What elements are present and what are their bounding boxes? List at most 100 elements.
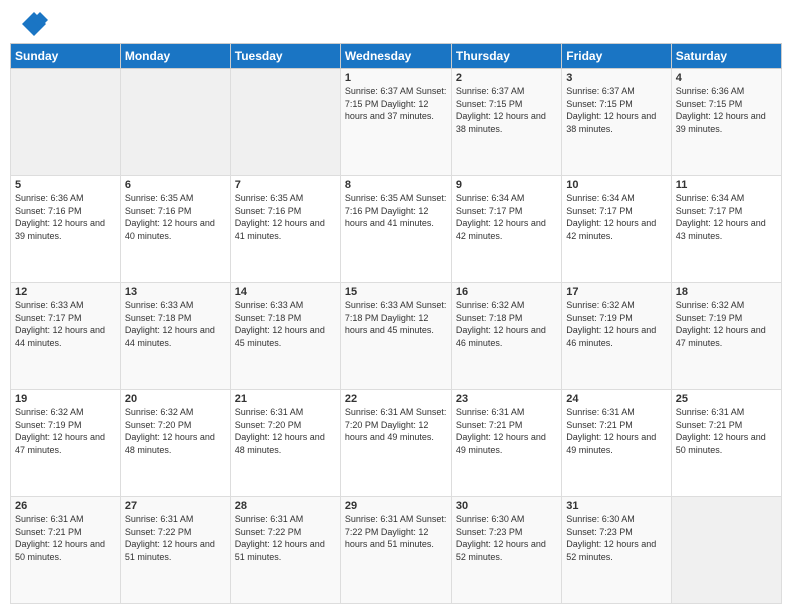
logo: [20, 10, 52, 38]
calendar-cell: [11, 69, 121, 176]
calendar-cell: 22Sunrise: 6:31 AM Sunset: 7:20 PM Dayli…: [340, 390, 451, 497]
day-info: Sunrise: 6:37 AM Sunset: 7:15 PM Dayligh…: [345, 85, 447, 123]
calendar-week-row: 12Sunrise: 6:33 AM Sunset: 7:17 PM Dayli…: [11, 283, 782, 390]
day-info: Sunrise: 6:31 AM Sunset: 7:22 PM Dayligh…: [235, 513, 336, 563]
calendar-week-row: 26Sunrise: 6:31 AM Sunset: 7:21 PM Dayli…: [11, 497, 782, 604]
calendar-cell: [120, 69, 230, 176]
day-number: 12: [15, 286, 116, 298]
calendar-cell: 28Sunrise: 6:31 AM Sunset: 7:22 PM Dayli…: [230, 497, 340, 604]
calendar-week-row: 19Sunrise: 6:32 AM Sunset: 7:19 PM Dayli…: [11, 390, 782, 497]
day-of-week-header: Thursday: [451, 44, 561, 69]
day-info: Sunrise: 6:37 AM Sunset: 7:15 PM Dayligh…: [456, 85, 557, 135]
day-info: Sunrise: 6:35 AM Sunset: 7:16 PM Dayligh…: [345, 192, 447, 230]
calendar-cell: 9Sunrise: 6:34 AM Sunset: 7:17 PM Daylig…: [451, 176, 561, 283]
day-info: Sunrise: 6:36 AM Sunset: 7:15 PM Dayligh…: [676, 85, 777, 135]
day-number: 1: [345, 72, 447, 84]
day-info: Sunrise: 6:34 AM Sunset: 7:17 PM Dayligh…: [566, 192, 666, 242]
calendar-cell: 17Sunrise: 6:32 AM Sunset: 7:19 PM Dayli…: [562, 283, 671, 390]
calendar-cell: 1Sunrise: 6:37 AM Sunset: 7:15 PM Daylig…: [340, 69, 451, 176]
calendar-cell: 2Sunrise: 6:37 AM Sunset: 7:15 PM Daylig…: [451, 69, 561, 176]
page: SundayMondayTuesdayWednesdayThursdayFrid…: [0, 0, 792, 612]
calendar-cell: 7Sunrise: 6:35 AM Sunset: 7:16 PM Daylig…: [230, 176, 340, 283]
day-number: 29: [345, 500, 447, 512]
day-info: Sunrise: 6:31 AM Sunset: 7:21 PM Dayligh…: [15, 513, 116, 563]
calendar-week-row: 5Sunrise: 6:36 AM Sunset: 7:16 PM Daylig…: [11, 176, 782, 283]
day-number: 3: [566, 72, 666, 84]
calendar-cell: 5Sunrise: 6:36 AM Sunset: 7:16 PM Daylig…: [11, 176, 121, 283]
day-number: 2: [456, 72, 557, 84]
day-of-week-header: Saturday: [671, 44, 781, 69]
calendar-cell: 26Sunrise: 6:31 AM Sunset: 7:21 PM Dayli…: [11, 497, 121, 604]
calendar-cell: 10Sunrise: 6:34 AM Sunset: 7:17 PM Dayli…: [562, 176, 671, 283]
day-info: Sunrise: 6:31 AM Sunset: 7:22 PM Dayligh…: [125, 513, 226, 563]
day-number: 25: [676, 393, 777, 405]
day-number: 27: [125, 500, 226, 512]
day-info: Sunrise: 6:33 AM Sunset: 7:18 PM Dayligh…: [125, 299, 226, 349]
day-info: Sunrise: 6:37 AM Sunset: 7:15 PM Dayligh…: [566, 85, 666, 135]
calendar-cell: 12Sunrise: 6:33 AM Sunset: 7:17 PM Dayli…: [11, 283, 121, 390]
day-info: Sunrise: 6:31 AM Sunset: 7:22 PM Dayligh…: [345, 513, 447, 551]
day-of-week-header: Wednesday: [340, 44, 451, 69]
calendar-cell: 8Sunrise: 6:35 AM Sunset: 7:16 PM Daylig…: [340, 176, 451, 283]
calendar-cell: 4Sunrise: 6:36 AM Sunset: 7:15 PM Daylig…: [671, 69, 781, 176]
day-number: 14: [235, 286, 336, 298]
calendar-cell: 31Sunrise: 6:30 AM Sunset: 7:23 PM Dayli…: [562, 497, 671, 604]
calendar-cell: [671, 497, 781, 604]
calendar-week-row: 1Sunrise: 6:37 AM Sunset: 7:15 PM Daylig…: [11, 69, 782, 176]
calendar-cell: 27Sunrise: 6:31 AM Sunset: 7:22 PM Dayli…: [120, 497, 230, 604]
calendar-header-row: SundayMondayTuesdayWednesdayThursdayFrid…: [11, 44, 782, 69]
calendar-cell: 14Sunrise: 6:33 AM Sunset: 7:18 PM Dayli…: [230, 283, 340, 390]
day-number: 9: [456, 179, 557, 191]
day-of-week-header: Friday: [562, 44, 671, 69]
day-of-week-header: Tuesday: [230, 44, 340, 69]
day-number: 6: [125, 179, 226, 191]
day-info: Sunrise: 6:32 AM Sunset: 7:19 PM Dayligh…: [566, 299, 666, 349]
calendar-cell: 21Sunrise: 6:31 AM Sunset: 7:20 PM Dayli…: [230, 390, 340, 497]
day-number: 24: [566, 393, 666, 405]
day-info: Sunrise: 6:33 AM Sunset: 7:18 PM Dayligh…: [235, 299, 336, 349]
calendar-cell: 3Sunrise: 6:37 AM Sunset: 7:15 PM Daylig…: [562, 69, 671, 176]
day-number: 26: [15, 500, 116, 512]
day-info: Sunrise: 6:35 AM Sunset: 7:16 PM Dayligh…: [235, 192, 336, 242]
day-number: 31: [566, 500, 666, 512]
day-info: Sunrise: 6:34 AM Sunset: 7:17 PM Dayligh…: [676, 192, 777, 242]
day-info: Sunrise: 6:33 AM Sunset: 7:17 PM Dayligh…: [15, 299, 116, 349]
day-info: Sunrise: 6:36 AM Sunset: 7:16 PM Dayligh…: [15, 192, 116, 242]
calendar-cell: 29Sunrise: 6:31 AM Sunset: 7:22 PM Dayli…: [340, 497, 451, 604]
day-number: 10: [566, 179, 666, 191]
day-info: Sunrise: 6:31 AM Sunset: 7:20 PM Dayligh…: [235, 406, 336, 456]
calendar: SundayMondayTuesdayWednesdayThursdayFrid…: [0, 43, 792, 612]
calendar-cell: 23Sunrise: 6:31 AM Sunset: 7:21 PM Dayli…: [451, 390, 561, 497]
day-info: Sunrise: 6:33 AM Sunset: 7:18 PM Dayligh…: [345, 299, 447, 337]
day-number: 17: [566, 286, 666, 298]
day-number: 21: [235, 393, 336, 405]
calendar-cell: 13Sunrise: 6:33 AM Sunset: 7:18 PM Dayli…: [120, 283, 230, 390]
day-info: Sunrise: 6:32 AM Sunset: 7:20 PM Dayligh…: [125, 406, 226, 456]
day-info: Sunrise: 6:31 AM Sunset: 7:20 PM Dayligh…: [345, 406, 447, 444]
day-of-week-header: Sunday: [11, 44, 121, 69]
calendar-cell: 16Sunrise: 6:32 AM Sunset: 7:18 PM Dayli…: [451, 283, 561, 390]
day-info: Sunrise: 6:35 AM Sunset: 7:16 PM Dayligh…: [125, 192, 226, 242]
day-number: 7: [235, 179, 336, 191]
calendar-cell: 6Sunrise: 6:35 AM Sunset: 7:16 PM Daylig…: [120, 176, 230, 283]
day-info: Sunrise: 6:32 AM Sunset: 7:19 PM Dayligh…: [15, 406, 116, 456]
calendar-table: SundayMondayTuesdayWednesdayThursdayFrid…: [10, 43, 782, 604]
day-info: Sunrise: 6:31 AM Sunset: 7:21 PM Dayligh…: [456, 406, 557, 456]
calendar-cell: 18Sunrise: 6:32 AM Sunset: 7:19 PM Dayli…: [671, 283, 781, 390]
day-info: Sunrise: 6:30 AM Sunset: 7:23 PM Dayligh…: [566, 513, 666, 563]
day-info: Sunrise: 6:31 AM Sunset: 7:21 PM Dayligh…: [566, 406, 666, 456]
calendar-cell: 11Sunrise: 6:34 AM Sunset: 7:17 PM Dayli…: [671, 176, 781, 283]
day-number: 15: [345, 286, 447, 298]
header: [0, 0, 792, 43]
day-number: 13: [125, 286, 226, 298]
day-number: 4: [676, 72, 777, 84]
day-number: 8: [345, 179, 447, 191]
day-number: 20: [125, 393, 226, 405]
day-number: 18: [676, 286, 777, 298]
calendar-cell: 30Sunrise: 6:30 AM Sunset: 7:23 PM Dayli…: [451, 497, 561, 604]
day-info: Sunrise: 6:31 AM Sunset: 7:21 PM Dayligh…: [676, 406, 777, 456]
day-number: 28: [235, 500, 336, 512]
calendar-cell: 19Sunrise: 6:32 AM Sunset: 7:19 PM Dayli…: [11, 390, 121, 497]
day-number: 5: [15, 179, 116, 191]
day-info: Sunrise: 6:32 AM Sunset: 7:19 PM Dayligh…: [676, 299, 777, 349]
